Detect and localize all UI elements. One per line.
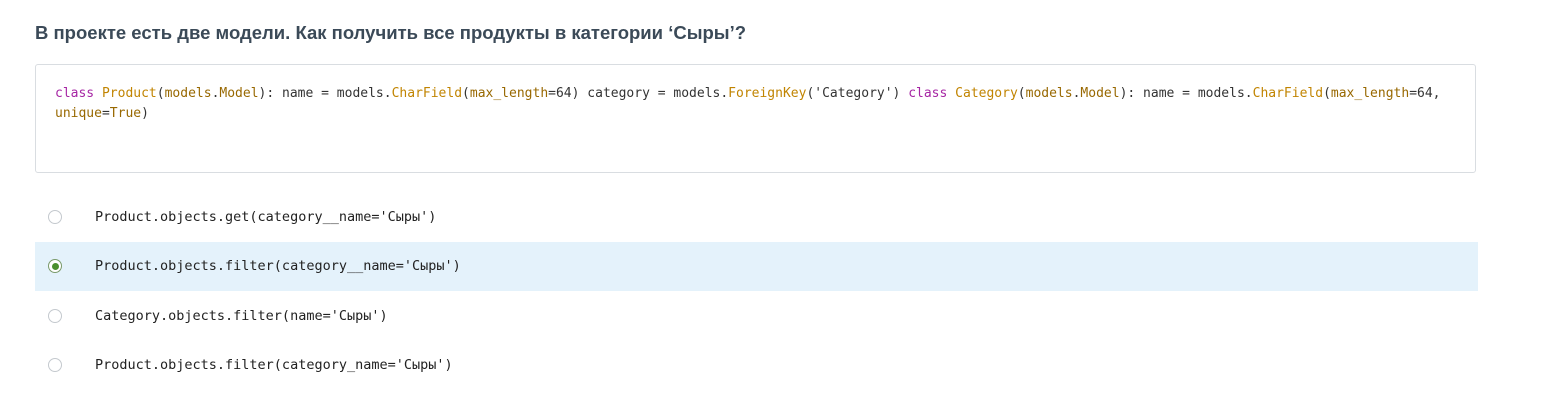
- answer-option-1[interactable]: Product.objects.get(category__name='Сыры…: [35, 192, 1478, 242]
- answer-option-label: Category.objects.filter(name='Сыры'): [95, 307, 388, 324]
- code-token: (: [462, 86, 470, 101]
- code-token: Model: [219, 86, 259, 101]
- code-token: Category: [955, 86, 1018, 101]
- code-token: =64) category = models.: [548, 86, 729, 101]
- answer-option-label: Product.objects.get(category__name='Сыры…: [95, 208, 437, 225]
- answer-option-3[interactable]: Category.objects.filter(name='Сыры'): [35, 291, 1478, 341]
- answer-option-2[interactable]: Product.objects.filter(category__name='С…: [35, 241, 1478, 291]
- code-token: (: [1323, 86, 1331, 101]
- radio-button[interactable]: [48, 259, 62, 274]
- answer-options: Product.objects.get(category__name='Сыры…: [35, 192, 1478, 390]
- code-text: class Product(models.Model): name = mode…: [55, 84, 1463, 124]
- code-token: =64,: [1409, 86, 1449, 101]
- code-token: (: [1017, 86, 1026, 101]
- code-token: Product: [101, 86, 157, 101]
- code-token: ): name = models.: [1119, 86, 1253, 101]
- code-token: Model: [1080, 86, 1120, 101]
- code-token: models: [164, 86, 212, 101]
- code-token: ForeignKey: [728, 86, 807, 101]
- code-token: CharField: [1252, 86, 1324, 101]
- answer-option-label: Product.objects.filter(category__name='С…: [95, 258, 461, 275]
- code-token: ): name = models.: [258, 86, 392, 101]
- code-token: class: [55, 86, 95, 101]
- answer-option-4[interactable]: Product.objects.filter(category_name='Сы…: [35, 341, 1478, 391]
- radio-button[interactable]: [48, 209, 62, 224]
- code-token: =: [101, 106, 110, 121]
- radio-button[interactable]: [48, 308, 62, 323]
- code-token: ('Category'): [806, 86, 909, 101]
- question-title: В проекте есть две модели. Как получить …: [35, 22, 747, 43]
- radio-dot-icon: [51, 262, 59, 270]
- code-token: class: [908, 86, 948, 101]
- code-token: ): [141, 106, 149, 121]
- code-token: max_length: [1330, 86, 1410, 101]
- code-token: CharField: [391, 86, 463, 101]
- answer-option-label: Product.objects.filter(category_name='Сы…: [95, 357, 453, 374]
- code-token: unique: [55, 106, 102, 121]
- code-token: True: [109, 106, 142, 121]
- radio-button[interactable]: [48, 358, 62, 373]
- code-block: class Product(models.Model): name = mode…: [35, 64, 1476, 173]
- code-token: max_length: [469, 86, 549, 101]
- code-token: (: [156, 86, 165, 101]
- code-token: models: [1025, 86, 1073, 101]
